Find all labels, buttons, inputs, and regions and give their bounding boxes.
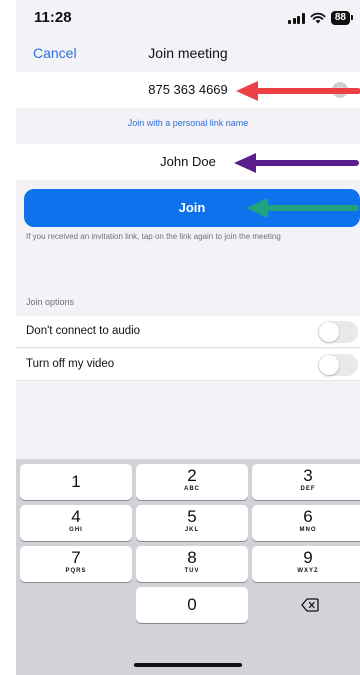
key-0[interactable]: 0 — [136, 587, 248, 623]
key-8[interactable]: 8 TUV — [136, 546, 248, 582]
numeric-keypad: 1 2 ABC 3 DEF 4 GHI 5 JKL 6 MNO 7 PQRS 8… — [16, 459, 360, 675]
key-5[interactable]: 5 JKL — [136, 505, 248, 541]
toggle-knob — [319, 355, 339, 375]
key-1[interactable]: 1 — [20, 464, 132, 500]
key-9[interactable]: 9 WXYZ — [252, 546, 360, 582]
page-title: Join meeting — [148, 45, 228, 61]
option-row-audio: Don't connect to audio — [16, 316, 360, 348]
cellular-signal-icon — [288, 12, 305, 24]
invitation-hint: If you received an invitation link, tap … — [26, 232, 281, 241]
delete-key[interactable] — [252, 587, 360, 623]
wifi-icon — [310, 12, 326, 24]
home-indicator — [134, 663, 242, 667]
phone-screen: 11:28 88 Cancel Join meeting 875 363 466… — [16, 0, 360, 675]
audio-option-label: Don't connect to audio — [26, 325, 141, 337]
key-7[interactable]: 7 PQRS — [20, 546, 132, 582]
join-options-label: Join options — [26, 297, 75, 307]
key-6[interactable]: 6 MNO — [252, 505, 360, 541]
teal-arrow-icon — [246, 198, 359, 218]
status-icons: 88 — [288, 10, 354, 26]
backspace-icon — [301, 598, 319, 612]
key-3[interactable]: 3 DEF — [252, 464, 360, 500]
toggle-knob — [319, 322, 339, 342]
status-time: 11:28 — [34, 9, 72, 26]
key-4[interactable]: 4 GHI — [20, 505, 132, 541]
status-bar: 11:28 88 — [16, 0, 360, 36]
video-option-label: Turn off my video — [26, 358, 115, 370]
option-row-video: Turn off my video — [16, 349, 360, 381]
red-arrow-icon — [236, 81, 360, 101]
personal-link-name-link[interactable]: Join with a personal link name — [16, 118, 360, 128]
video-toggle[interactable] — [318, 354, 358, 376]
audio-toggle[interactable] — [318, 321, 358, 343]
battery-icon: 88 — [330, 11, 354, 25]
purple-arrow-icon — [234, 153, 359, 173]
key-2[interactable]: 2 ABC — [136, 464, 248, 500]
nav-bar: Cancel Join meeting — [16, 36, 360, 72]
